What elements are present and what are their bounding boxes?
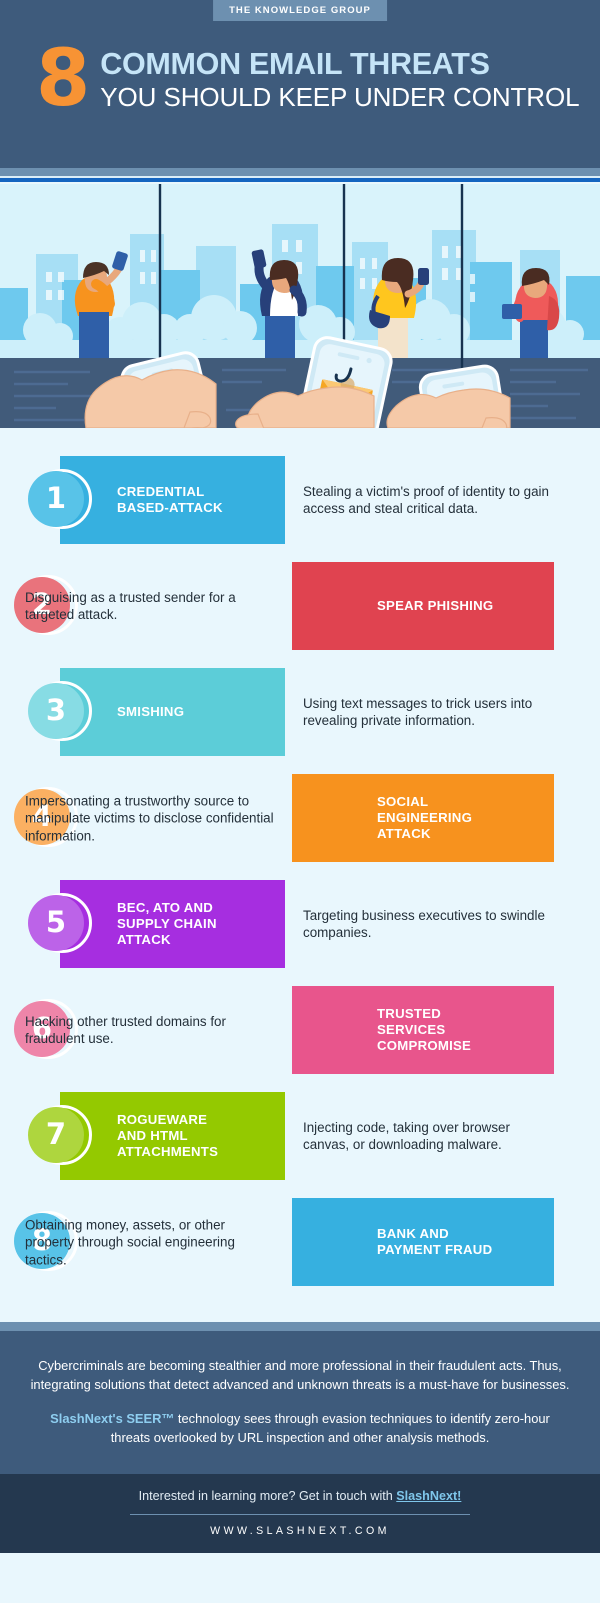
divider-steel-band — [0, 168, 600, 176]
knowledge-group-badge: THE KNOWLEDGE GROUP — [213, 0, 387, 21]
footer-summary: Cybercriminals are becoming stealthier a… — [0, 1331, 600, 1474]
footer-cta-text: Interested in learning more? Get in touc… — [138, 1488, 397, 1503]
threat-description-3: Using text messages to trick users into … — [303, 695, 533, 729]
threat-label-8: BANK AND PAYMENT FRAUD — [377, 1225, 493, 1257]
threat-number-5: 5 — [45, 905, 67, 939]
threat-label-3: SMISHING — [117, 703, 185, 719]
threat-badge-7: 7 — [28, 1104, 92, 1169]
footer-paragraph-2: SlashNext's SEER™ technology sees throug… — [30, 1410, 570, 1447]
threat-label-4: SOCIAL ENGINEERING ATTACK — [377, 793, 473, 842]
infographic-root: THE KNOWLEDGE GROUP 8 COMMON EMAIL THREA… — [0, 0, 600, 1603]
threat-description-4: Impersonating a trustworthy source to ma… — [25, 792, 274, 844]
illustration-graphic — [0, 184, 600, 428]
threat-plate-7: ROGUEWARE AND HTML ATTACHMENTS — [60, 1092, 285, 1180]
title-count-number: 8 — [36, 34, 90, 124]
page-title: 8 COMMON EMAIL THREATS YOU SHOULD KEEP U… — [36, 34, 580, 124]
threat-description-6: Hacking other trusted domains for fraudu… — [25, 1013, 226, 1047]
threat-item-8: BANK AND PAYMENT FRAUD 8 Obtaining money… — [0, 1190, 600, 1295]
threat-description-8: Obtaining money, assets, or other proper… — [25, 1216, 235, 1268]
threat-badge-1: 1 — [28, 468, 92, 533]
footer-divider — [0, 1320, 600, 1331]
threat-item-7: ROGUEWARE AND HTML ATTACHMENTS 7 Injecti… — [0, 1084, 600, 1189]
threat-plate-8: BANK AND PAYMENT FRAUD — [292, 1198, 554, 1286]
title-text-block: COMMON EMAIL THREATS YOU SHOULD KEEP UND… — [100, 48, 579, 113]
threat-item-3: SMISHING 3 Using text messages to trick … — [0, 660, 600, 765]
threat-description-5: Targeting business executives to swindle… — [303, 907, 545, 941]
threat-label-1: CREDENTIAL BASED-ATTACK — [117, 483, 223, 515]
threat-description-1: Stealing a victim's proof of identity to… — [303, 483, 549, 517]
footer-cta: Interested in learning more? Get in touc… — [0, 1488, 600, 1504]
threat-item-5: BEC, ATO AND SUPPLY CHAIN ATTACK 5 Targe… — [0, 872, 600, 977]
badge-disc-7: 7 — [28, 1106, 84, 1163]
threat-number-1: 1 — [45, 481, 67, 515]
footer-paragraph-2-rest: technology sees through evasion techniqu… — [110, 1411, 550, 1446]
threat-description-7: Injecting code, taking over browser canv… — [303, 1119, 510, 1153]
title-primary: COMMON EMAIL THREATS — [100, 47, 490, 81]
footer-rule — [130, 1514, 470, 1516]
threat-item-2: SPEAR PHISHING 2 Disguising as a trusted… — [0, 554, 600, 659]
footer-divider-steel — [0, 1322, 600, 1331]
footer-domain: WWW.SLASHNEXT.COM — [210, 1525, 390, 1538]
threat-plate-6: TRUSTED SERVICES COMPROMISE — [292, 986, 554, 1074]
footer-cta-bar: Interested in learning more? Get in touc… — [0, 1473, 600, 1554]
threat-label-7: ROGUEWARE AND HTML ATTACHMENTS — [117, 1111, 219, 1160]
threat-list: CREDENTIAL BASED-ATTACK 1 Stealing a vic… — [0, 428, 600, 1320]
badge-disc-3: 3 — [28, 682, 84, 739]
slashnext-link[interactable]: SlashNext! — [396, 1489, 461, 1503]
threat-number-7: 7 — [45, 1117, 67, 1151]
header-divider — [0, 168, 600, 184]
threat-plate-4: SOCIAL ENGINEERING ATTACK — [292, 774, 554, 862]
threat-number-3: 3 — [45, 693, 67, 727]
threat-item-6: TRUSTED SERVICES COMPROMISE 6 Hacking ot… — [0, 978, 600, 1083]
threat-plate-1: CREDENTIAL BASED-ATTACK — [60, 456, 285, 544]
threat-label-5: BEC, ATO AND SUPPLY CHAIN ATTACK — [117, 899, 217, 948]
threat-item-4: SOCIAL ENGINEERING ATTACK 4 Impersonatin… — [0, 766, 600, 871]
hero-illustration — [0, 184, 600, 428]
title-secondary: YOU SHOULD KEEP UNDER CONTROL — [100, 81, 580, 112]
threat-badge-3: 3 — [28, 680, 92, 745]
badge-disc-5: 5 — [28, 894, 84, 951]
threat-plate-3: SMISHING — [60, 668, 285, 756]
threat-description-2: Disguising as a trusted sender for a tar… — [25, 589, 236, 623]
seer-brand-text: SlashNext's SEER™ — [50, 1411, 175, 1427]
threat-badge-5: 5 — [28, 892, 92, 957]
threat-item-1: CREDENTIAL BASED-ATTACK 1 Stealing a vic… — [0, 448, 600, 553]
threat-label-2: SPEAR PHISHING — [377, 597, 494, 613]
header-banner: THE KNOWLEDGE GROUP 8 COMMON EMAIL THREA… — [0, 0, 600, 168]
threat-plate-2: SPEAR PHISHING — [292, 562, 554, 650]
threat-plate-5: BEC, ATO AND SUPPLY CHAIN ATTACK — [60, 880, 285, 968]
footer-paragraph-1: Cybercriminals are becoming stealthier a… — [30, 1358, 570, 1392]
threat-label-6: TRUSTED SERVICES COMPROMISE — [377, 1005, 472, 1054]
badge-disc-1: 1 — [28, 470, 84, 527]
